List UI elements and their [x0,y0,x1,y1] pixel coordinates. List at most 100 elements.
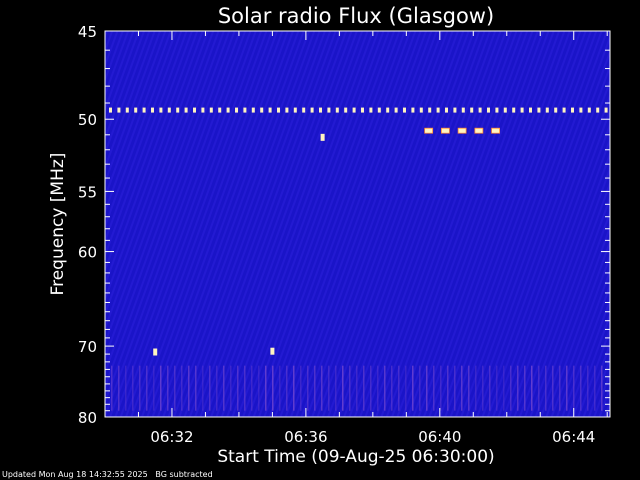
stripe [377,365,379,411]
stripe [251,365,253,411]
y-axis-label: Frequency [MHz] [48,153,68,296]
stripe [181,365,183,411]
stripe [419,365,421,411]
interference-dash [487,107,490,113]
interference-dash [218,107,222,113]
interference-dash [260,107,264,113]
stripe [265,365,267,411]
chart-title: Solar radio Flux (Glasgow) [218,4,494,28]
stripe [496,365,498,411]
stripe [573,365,575,411]
stripe [510,365,512,411]
interference-dash [352,107,356,113]
interference-dash [134,107,138,113]
plot-area [105,31,610,417]
interference-dash [344,107,348,113]
interference-dash [562,107,566,113]
interference-dash [436,107,440,113]
stripe [454,365,456,411]
y-tick-label: 45 [78,23,97,41]
interference-dash [604,107,608,113]
y-tick-label: 55 [78,183,97,201]
interference-dash [251,107,255,113]
stripe [545,365,547,411]
stripe [447,365,449,411]
stripe [328,365,330,411]
stripe [223,365,225,411]
stripe [412,365,414,411]
y-tick-label: 60 [78,244,97,262]
stripe [538,365,540,411]
stripe [335,365,337,411]
interference-dash [529,107,532,113]
stripe [188,365,190,411]
stripe [314,365,316,411]
stripe [482,365,484,411]
interference-dash [335,107,339,113]
stripe [286,365,288,411]
interference-dash [310,107,314,113]
interference-dash [277,107,280,113]
stripe [440,365,442,411]
x-axis-label: Start Time (09-Aug-25 06:30:00) [217,447,494,467]
stripe [594,365,596,411]
interference-dash [461,107,465,113]
interference-dash [377,107,381,113]
stripe [363,365,365,411]
interference-dash [470,107,474,113]
burst-mark [320,133,325,141]
interference-dash [579,107,583,113]
interference-dash [201,107,205,113]
stripe [244,365,246,411]
interference-dash [184,107,188,113]
interference-dash [159,107,163,113]
interference-dash [394,107,398,113]
stripe [475,365,477,411]
stripe [587,365,589,411]
interference-dash [209,107,213,113]
footer: Updated Mon Aug 18 14:32:55 2025 BG subt… [2,470,213,479]
stripe [426,365,428,411]
interference-dash [142,107,146,113]
stripe [118,365,120,411]
x-tick-label: 06:32 [150,428,193,446]
stripe [503,365,505,411]
stripe [272,365,274,411]
interference-dash [503,107,507,113]
interference-dash [428,107,432,113]
bg-note: BG subtracted [155,470,213,479]
stripe [433,365,435,411]
interference-dash [520,107,524,113]
interference-dash [243,107,247,113]
interference-dash [302,107,306,113]
stripe [153,365,155,411]
y-tick-label: 80 [78,409,97,427]
y-tick-label: 70 [78,338,97,356]
interference-dash [537,107,541,113]
stripe [300,365,302,411]
stripe [531,365,533,411]
interference-dash [109,107,112,113]
interference-dash [117,107,121,113]
interference-dash [319,107,322,113]
stripe [461,365,463,411]
interference-dash [419,107,423,113]
stripe [293,365,295,411]
stripe [552,365,554,411]
interference-dash [596,107,600,113]
stripe [321,365,323,411]
stripe [307,365,309,411]
interference-dash [453,107,457,113]
stripe [195,365,197,411]
stripe [279,365,281,411]
interference-dash [285,107,289,113]
stripe [209,365,211,411]
stripe [559,365,561,411]
stripe [342,365,344,411]
stripe [468,365,470,411]
stripe [125,365,127,411]
stripe [349,365,351,411]
burst-mark [270,347,275,355]
interference-dash [193,107,196,113]
spectrogram-chart: 45 50 55 60 70 80 06:32 06:36 06:40 06:44 Solar … [48,4,611,467]
